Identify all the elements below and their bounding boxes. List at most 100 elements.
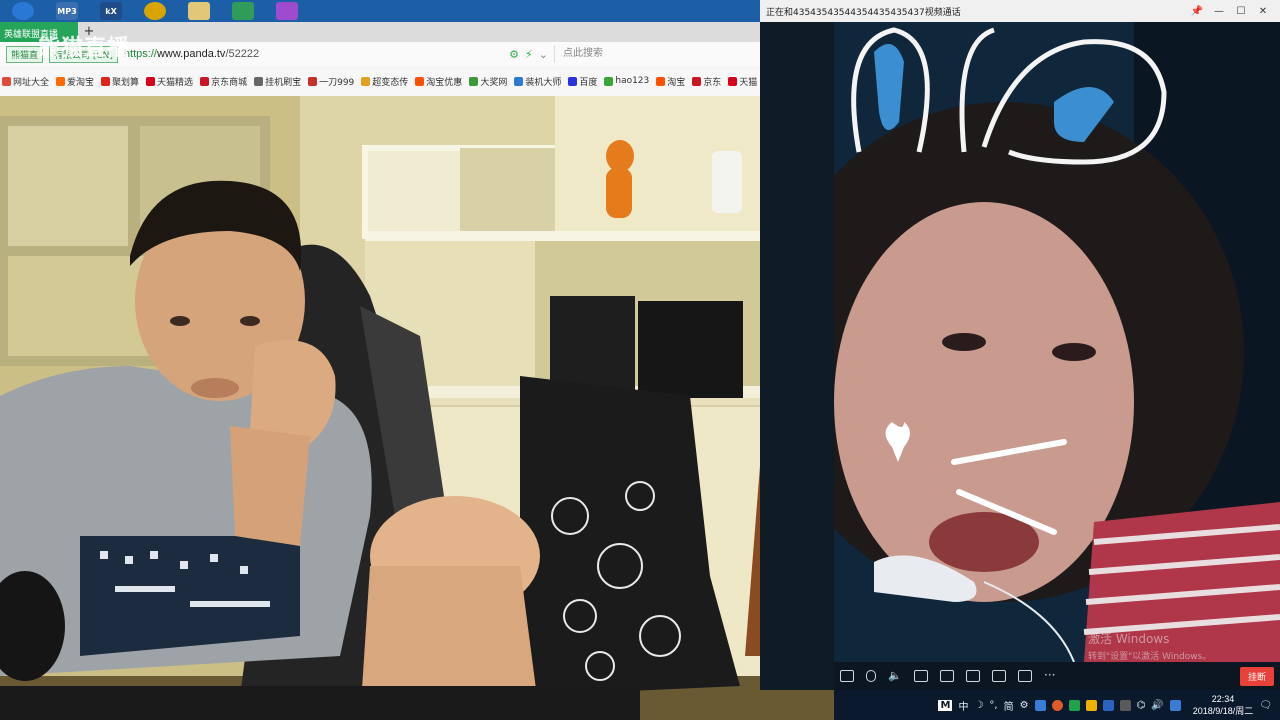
bookmark-label: 网址大全 [13,77,50,88]
bookmark-favicon-icon [2,76,11,86]
system-clock[interactable]: 22:34 2018/9/18/周二 [1193,693,1254,717]
bookmark-item[interactable]: 爱淘宝 [56,75,94,88]
search-input[interactable]: 点此搜索 [554,45,754,63]
tray-app-icon[interactable] [1051,699,1063,711]
tray-app-icon[interactable] [1102,699,1114,711]
tray-app-icon[interactable] [1034,699,1046,711]
bookmark-item[interactable]: 挂机刷宝 [254,75,301,88]
bookmark-favicon-icon [56,76,66,86]
layout-icon[interactable] [992,670,1006,682]
microphone-icon[interactable] [866,670,876,682]
bookmark-favicon-icon [361,76,371,86]
bookmark-item[interactable]: 装机大师 [514,75,561,88]
desktop-icon-strip: MP3 kX [0,0,760,22]
bookmark-label: 天猫 [739,77,758,88]
bookmark-favicon-icon [101,76,111,86]
bookmark-item[interactable]: 京东商城 [200,75,247,88]
speaker-icon[interactable]: 🔈 [888,670,902,682]
box-app-icon[interactable] [232,2,254,20]
moon-icon[interactable]: ☽ [974,700,983,711]
folder-icon[interactable] [188,2,210,20]
settings-gear-icon[interactable]: ⚙ [1020,700,1029,711]
bookmark-item[interactable]: 天猫 [728,75,757,88]
bookmark-item[interactable]: 京东 [692,75,721,88]
ime-script-icon[interactable]: 简 [1004,698,1014,713]
punctuation-icon[interactable]: °, [989,700,997,711]
minimize-icon[interactable]: — [1208,6,1230,17]
printer-icon[interactable] [966,670,980,682]
bookmark-item[interactable]: 淘宝 [656,75,685,88]
stream-logo-watermark: 熊猫直播 [38,36,131,61]
streamer-camera-feed [0,96,834,720]
lightning-icon[interactable]: ⚡ [525,48,533,61]
clock-time: 22:34 [1211,694,1235,704]
call-control-bar: 🔈 ··· 挂断 [834,662,1280,690]
taskbar: M 中 ☽ °, 简 ⚙ ⌬ 🔊 22:34 2018/9/18/周二 🗨 [834,690,1280,720]
call-title: 正在和43543543544354435435437视频通话 [766,7,961,18]
maximize-icon[interactable]: ☐ [1230,6,1252,17]
bookmark-favicon-icon [308,76,318,86]
tray-app-icon[interactable] [1169,699,1181,711]
video-call-window: 正在和43543543544354435435437视频通话 📌 — ☐ ✕ 🔈… [760,0,1280,690]
game-app-icon[interactable] [144,2,166,20]
bookmark-favicon-icon [692,76,702,86]
pin-icon[interactable]: 📌 [1186,6,1208,17]
bookmark-favicon-icon [200,76,210,86]
remote-video-feed [834,22,1280,662]
bookmark-label: 天猫精选 [157,77,194,88]
volume-icon[interactable]: 🔊 [1151,700,1163,711]
network-icon[interactable]: ⌬ [1137,700,1146,711]
bookmark-label: hao123 [615,76,650,86]
bookmark-favicon-icon [254,76,264,86]
bookmark-favicon-icon [604,76,614,86]
character-app-icon[interactable] [276,2,298,20]
desktop-app-icon[interactable] [12,2,34,20]
bookmark-label: 一刀999 [319,77,355,88]
message-icon[interactable] [840,670,854,682]
bookmark-label: 淘宝 [667,77,686,88]
bookmark-favicon-icon [146,76,156,86]
tray-app-icon[interactable] [1068,699,1080,711]
bookmark-favicon-icon [469,76,479,86]
watermark-subtitle: 转到"设置"以激活 Windows。 [1088,652,1212,662]
bookmark-label: 超变态传 [372,77,409,88]
bookmark-favicon-icon [514,76,524,86]
bookmark-item[interactable]: hao123 [604,76,649,86]
settings-gear-icon[interactable]: ⚙ [509,48,519,61]
kx-app-icon[interactable]: kX [100,2,122,20]
bookmark-label: 大奖网 [480,77,508,88]
bookmarks-bar: 网址大全 爱淘宝 聚划算 天猫精选 京东商城 挂机刷宝 一刀999 超变态传 淘宝优惠 大奖网 装机… [0,66,770,96]
tray-app-icon[interactable] [1085,699,1097,711]
url-field[interactable]: https://www.panda.tv/52222 [124,48,259,60]
hangup-button[interactable]: 挂断 [1239,666,1274,686]
bookmark-favicon-icon [728,76,738,86]
notification-icon[interactable]: 🗨 [1259,700,1272,711]
bookmark-label: 爱淘宝 [67,77,95,88]
bookmark-favicon-icon [415,76,425,86]
bookmark-label: 装机大师 [525,77,562,88]
bookmark-label: 百度 [579,77,598,88]
ime-language-icon[interactable]: 中 [958,698,968,713]
bookmark-label: 挂机刷宝 [265,77,302,88]
bookmark-item[interactable]: 网址大全 [2,75,49,88]
bookmark-item[interactable]: 聚划算 [101,75,139,88]
chevron-down-icon[interactable]: ⌄ [539,48,548,61]
snapshot-icon[interactable] [940,670,954,682]
clock-date: 2018/9/18/周二 [1192,706,1254,716]
watermark-title: 激活 Windows [1088,632,1170,646]
tray-app-icon[interactable] [1119,699,1131,711]
bookmark-item[interactable]: 一刀999 [308,75,354,88]
bookmark-item[interactable]: 大奖网 [469,75,507,88]
bookmark-item[interactable]: 淘宝优惠 [415,75,462,88]
mp3-app-icon[interactable]: MP3 [56,2,78,20]
url-path: /52222 [225,48,260,60]
close-icon[interactable]: ✕ [1252,6,1274,17]
remote-scene [834,22,1280,662]
bookmark-item[interactable]: 百度 [568,75,597,88]
bookmark-item[interactable]: 天猫精选 [146,75,193,88]
screen-share-icon[interactable] [1018,670,1032,682]
more-icon[interactable]: ··· [1044,669,1058,682]
ime-mode-icon[interactable]: M [938,699,953,711]
bookmark-item[interactable]: 超变态传 [361,75,408,88]
camera-toggle-icon[interactable] [914,670,928,682]
